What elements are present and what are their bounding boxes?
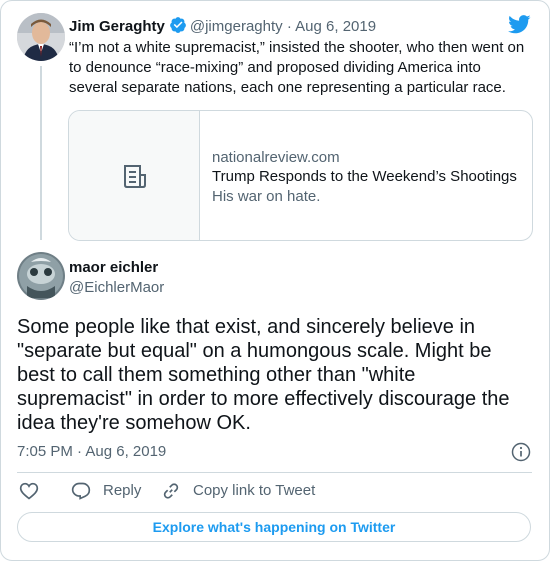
- article-icon: [124, 165, 146, 188]
- heart-icon: [19, 482, 39, 500]
- divider: [17, 472, 532, 473]
- reply-button[interactable]: Reply: [71, 481, 141, 501]
- separator-dot: ·: [286, 18, 292, 35]
- link-domain: nationalreview.com: [212, 149, 340, 166]
- link-thumbnail: [69, 111, 200, 240]
- thread-line: [40, 66, 42, 240]
- copy-link-button[interactable]: Copy link to Tweet: [161, 481, 315, 501]
- author-name[interactable]: Jim Geraghty: [69, 18, 165, 35]
- reply-label: Reply: [103, 482, 142, 499]
- author-handle[interactable]: @jimgeraghty: [190, 18, 283, 35]
- copy-link-label: Copy link to Tweet: [193, 482, 316, 499]
- info-icon[interactable]: [511, 442, 531, 467]
- link-title: Trump Responds to the Weekend’s Shooting…: [212, 168, 517, 185]
- tweet-timestamp[interactable]: 7:05 PM · Aug 6, 2019: [17, 442, 166, 462]
- main-author-name[interactable]: maor eichler: [69, 258, 158, 278]
- main-avatar[interactable]: [17, 252, 65, 300]
- link-description: His war on hate.: [212, 188, 321, 205]
- twitter-bird-icon[interactable]: [508, 15, 531, 39]
- main-tweet-text: Some people like that exist, and sincere…: [17, 316, 510, 434]
- reply-icon: [71, 482, 91, 500]
- link-icon: [163, 483, 179, 499]
- avatar[interactable]: [17, 13, 65, 61]
- parent-tweet-text: “I’m not a white supremacist,” insisted …: [69, 39, 525, 96]
- link-preview-card[interactable]: nationalreview.com Trump Responds to the…: [68, 110, 533, 241]
- tweet-date[interactable]: Aug 6, 2019: [295, 18, 376, 35]
- parent-tweet-header: Jim Geraghty @jimgeraghty · Aug 6, 2019: [69, 16, 376, 40]
- explore-button[interactable]: Explore what's happening on Twitter: [17, 512, 531, 542]
- main-author-handle[interactable]: @EichlerMaor: [69, 278, 164, 298]
- verified-badge-icon: [169, 16, 187, 40]
- like-button[interactable]: [19, 481, 39, 501]
